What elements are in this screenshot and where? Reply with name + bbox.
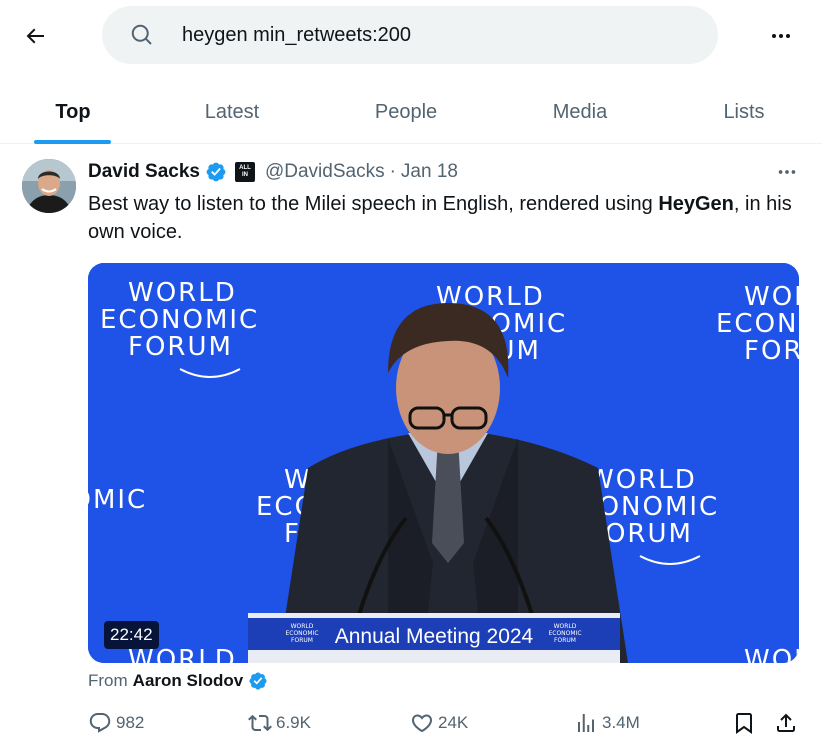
logo-line-2: ECONOMIC: [88, 485, 147, 515]
podium-logo-line-2: ECONOMIC: [285, 630, 318, 637]
affiliate-badge[interactable]: ALL IN: [234, 162, 255, 182]
avatar-image: [22, 159, 76, 213]
logo-line-3: FORUM: [128, 332, 233, 362]
logo-line-1: WORLD: [128, 278, 237, 308]
share-button[interactable]: [774, 707, 802, 739]
views-button[interactable]: 3.4M: [574, 707, 640, 739]
logo-line-3: FORUM: [744, 336, 799, 366]
video-frame: WORLD ECONOMIC FORUM WORLD ECONOMIC FORU…: [88, 263, 799, 663]
views-icon: [578, 714, 594, 732]
back-arrow-icon: [26, 28, 44, 44]
tab-label: Media: [552, 100, 608, 123]
repost-icon: [248, 714, 272, 732]
like-count: 24K: [438, 713, 469, 732]
bookmark-icon: [736, 713, 752, 734]
author-handle[interactable]: @DavidSacks: [265, 161, 385, 183]
tweet-actions: 982 6.9K 24K 3.4M: [88, 707, 804, 739]
from-prefix: From: [88, 671, 128, 690]
tab-media[interactable]: Media: [494, 80, 666, 144]
tweet-date[interactable]: Jan 18: [401, 161, 458, 183]
share-icon: [777, 713, 795, 732]
tab-active-indicator: [34, 140, 111, 144]
podium-text: Annual Meeting 2024: [335, 625, 534, 648]
logo-line-1: WORLD: [744, 282, 799, 312]
logo-line-1: WORLD: [744, 645, 799, 663]
top-bar: heygen min_retweets:200: [0, 0, 822, 72]
separator-dot: ·: [389, 161, 396, 182]
podium-logo-line-1: WORLD: [291, 623, 314, 630]
video-player[interactable]: WORLD ECONOMIC FORUM WORLD ECONOMIC FORU…: [88, 263, 799, 663]
verified-icon: [249, 672, 267, 690]
like-icon: [411, 714, 433, 733]
tab-people[interactable]: People: [318, 80, 494, 144]
podium-logo-line-3: FORUM: [291, 637, 313, 644]
video-attribution: From Aaron Slodov: [88, 669, 268, 693]
search-query: heygen min_retweets:200: [182, 24, 412, 46]
reply-count: 982: [116, 713, 145, 732]
author-name[interactable]: David Sacks: [88, 161, 200, 183]
verified-icon: [206, 162, 226, 182]
repost-button[interactable]: 6.9K: [248, 707, 311, 739]
tab-label: Latest: [204, 100, 260, 123]
tweet-text: Best way to listen to the Milei speech i…: [88, 190, 804, 246]
search-tabs: Top Latest People Media Lists: [0, 80, 822, 144]
more-icon: [772, 34, 790, 38]
from-user-link[interactable]: Aaron Slodov: [133, 671, 244, 691]
tab-lists[interactable]: Lists: [666, 80, 822, 144]
tweet-text-bold: HeyGen: [658, 193, 734, 215]
logo-line-2: ECONOMIC: [716, 309, 799, 339]
search-icon: [131, 24, 152, 45]
tweet-text-part: Best way to listen to the Milei speech i…: [88, 193, 659, 215]
logo-line-1: WORLD: [588, 465, 697, 495]
podium-logo-line-2: ECONOMIC: [548, 630, 581, 637]
tweet[interactable]: David Sacks ALL IN @DavidSacks · Jan 18 B…: [0, 145, 822, 754]
bookmark-button[interactable]: [732, 707, 760, 739]
podium-logo-line-1: WORLD: [554, 623, 577, 630]
tab-latest[interactable]: Latest: [146, 80, 318, 144]
back-button[interactable]: [16, 17, 54, 55]
repost-count: 6.9K: [276, 713, 311, 732]
more-options-button[interactable]: [762, 17, 800, 55]
logo-line-2: ECONOMIC: [100, 305, 259, 335]
views-count: 3.4M: [602, 713, 640, 732]
avatar[interactable]: [22, 159, 76, 213]
reply-button[interactable]: 982: [88, 707, 144, 739]
more-icon: [778, 170, 796, 174]
tab-label: People: [374, 100, 438, 123]
tweet-header: David Sacks ALL IN @DavidSacks · Jan 18: [88, 159, 458, 185]
search-input[interactable]: heygen min_retweets:200: [102, 6, 718, 64]
tweet-more-button[interactable]: [772, 159, 802, 185]
podium-logo-line-3: FORUM: [554, 637, 576, 644]
tab-label: Top: [55, 100, 91, 123]
podium: WORLD ECONOMIC FORUM WORLD ECONOMIC FORU…: [248, 613, 620, 663]
tab-label: Lists: [723, 100, 765, 123]
tab-top[interactable]: Top: [0, 80, 146, 144]
like-button[interactable]: 24K: [410, 707, 468, 739]
video-duration: 22:42: [104, 621, 159, 649]
reply-icon: [89, 713, 111, 733]
